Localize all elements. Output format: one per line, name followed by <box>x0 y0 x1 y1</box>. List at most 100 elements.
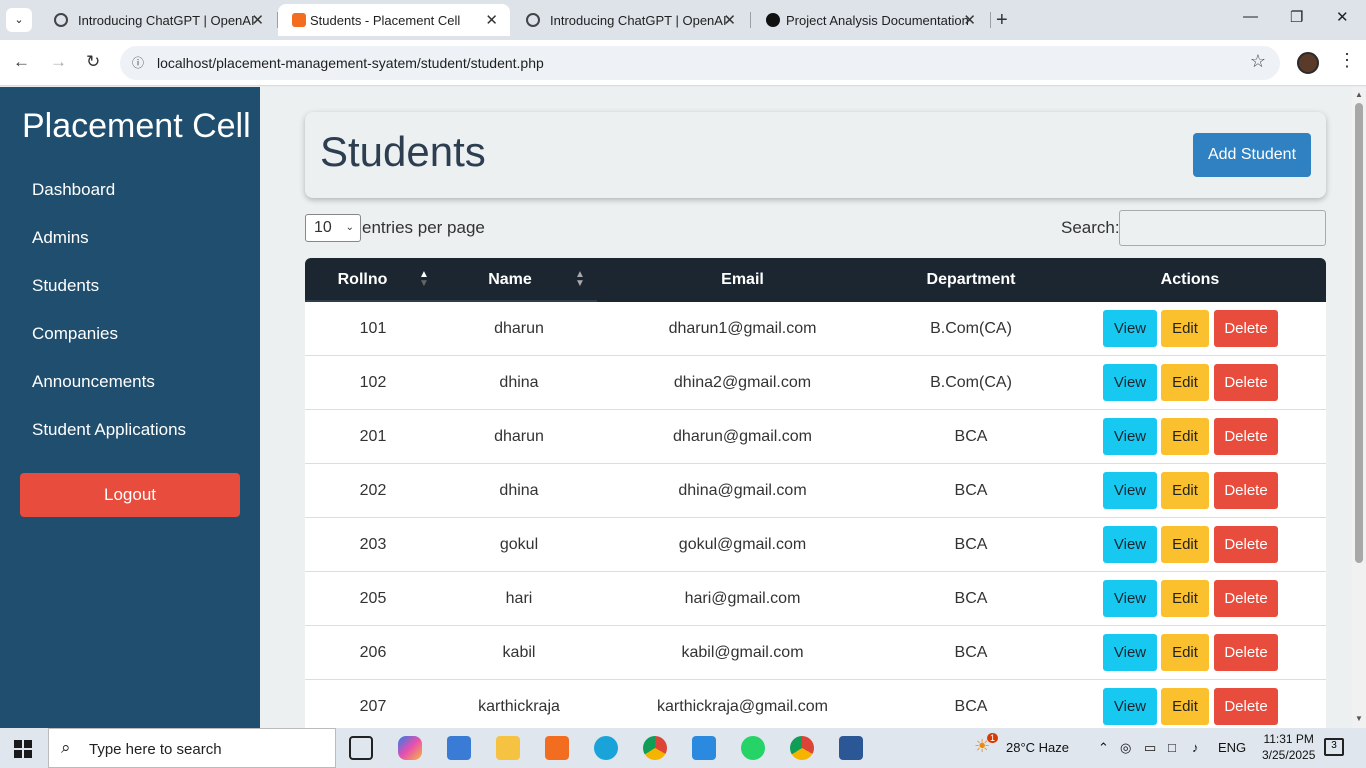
file-explorer-icon[interactable] <box>496 736 520 760</box>
notifications-icon[interactable]: 3 <box>1324 738 1344 756</box>
word-icon[interactable] <box>839 736 863 760</box>
edit-button[interactable]: Edit <box>1161 634 1209 671</box>
system-clock[interactable]: 11:31 PM 3/25/2025 <box>1262 731 1315 763</box>
scroll-down-icon[interactable]: ▼ <box>1355 714 1363 723</box>
logout-button[interactable]: Logout <box>20 473 240 517</box>
delete-button[interactable]: Delete <box>1214 418 1278 455</box>
scrollbar-thumb[interactable] <box>1355 103 1363 563</box>
vscode-icon[interactable] <box>692 736 716 760</box>
edit-button[interactable]: Edit <box>1161 364 1209 401</box>
sidebar-item-admins[interactable]: Admins <box>32 228 89 248</box>
cell-department: BCA <box>954 698 988 715</box>
sidebar-item-announcements[interactable]: Announcements <box>32 372 155 392</box>
sort-asc-icon[interactable]: ▲ ▼ <box>419 270 429 289</box>
edit-button[interactable]: Edit <box>1161 688 1209 725</box>
close-tab-icon[interactable]: ✕ <box>963 11 976 29</box>
url-text[interactable]: localhost/placement-management-syatem/st… <box>157 55 544 71</box>
close-tab-icon[interactable]: ✕ <box>723 11 736 29</box>
tab-search-button[interactable]: ⌄ <box>6 8 32 32</box>
windows-start-icon[interactable] <box>14 740 32 758</box>
sidebar-item-students[interactable]: Students <box>32 276 99 296</box>
task-view-icon[interactable] <box>349 736 373 760</box>
delete-button[interactable]: Delete <box>1214 472 1278 509</box>
site-info-icon[interactable]: ⓘ <box>130 54 146 70</box>
edge-icon[interactable] <box>594 736 618 760</box>
cell-rollno: 202 <box>359 482 387 499</box>
bookmark-star-icon[interactable]: ☆ <box>1250 51 1266 72</box>
view-button[interactable]: View <box>1103 472 1157 509</box>
delete-button[interactable]: Delete <box>1214 634 1278 671</box>
cell-rollno: 101 <box>359 320 387 337</box>
close-window-icon[interactable]: ✕ <box>1336 8 1349 26</box>
view-button[interactable]: View <box>1103 364 1157 401</box>
tab-title: Students - Placement Cell <box>310 13 461 28</box>
view-button[interactable]: View <box>1103 580 1157 617</box>
minimize-icon[interactable]: — <box>1243 8 1258 25</box>
scroll-up-icon[interactable]: ▲ <box>1355 90 1363 99</box>
search-input[interactable] <box>1119 210 1326 246</box>
sidebar-item-student-applications[interactable]: Student Applications <box>32 420 186 440</box>
table-row: 102 dhina dhina2@gmail.com B.Com(CA) View Edi… <box>305 356 1326 410</box>
address-bar[interactable]: ⓘ localhost/placement-management-syatem/… <box>120 46 1280 80</box>
cell-name: dharun <box>494 428 544 445</box>
main-content: Students Add Student 10 ⌄ entries per pa… <box>260 87 1352 728</box>
delete-button[interactable]: Delete <box>1214 526 1278 563</box>
battery-icon[interactable]: ▭ <box>1144 740 1156 756</box>
sidebar-item-companies[interactable]: Companies <box>32 324 118 344</box>
reload-icon[interactable]: ↻ <box>86 52 100 72</box>
delete-button[interactable]: Delete <box>1214 364 1278 401</box>
close-tab-icon[interactable]: ✕ <box>485 11 498 29</box>
edit-button[interactable]: Edit <box>1161 526 1209 563</box>
profile-avatar[interactable] <box>1297 52 1319 74</box>
edit-button[interactable]: Edit <box>1161 472 1209 509</box>
delete-button[interactable]: Delete <box>1214 688 1278 725</box>
weather-text[interactable]: 28°C Haze <box>1006 740 1069 755</box>
back-icon[interactable]: ← <box>13 52 30 72</box>
whatsapp-icon[interactable] <box>741 736 765 760</box>
sidebar-item-dashboard[interactable]: Dashboard <box>32 180 115 200</box>
cell-email: dharun@gmail.com <box>673 428 812 445</box>
chevron-up-icon[interactable]: ⌃ <box>1098 740 1109 756</box>
restore-icon[interactable]: ❐ <box>1290 8 1303 26</box>
view-button[interactable]: View <box>1103 418 1157 455</box>
view-button[interactable]: View <box>1103 634 1157 671</box>
language-indicator[interactable]: ENG <box>1218 740 1246 755</box>
edit-button[interactable]: Edit <box>1161 310 1209 347</box>
taskbar-search-box[interactable]: ⌕ Type here to search <box>48 728 336 768</box>
add-student-button[interactable]: Add Student <box>1193 133 1311 177</box>
cell-name: dharun <box>494 320 544 337</box>
volume-icon[interactable]: ♪ <box>1192 740 1199 755</box>
entries-per-page-select[interactable]: 10 ⌄ <box>305 214 361 242</box>
chrome-profile-icon[interactable] <box>790 736 814 760</box>
page-scrollbar[interactable]: ▲ ▼ <box>1352 87 1366 728</box>
microsoft-store-icon[interactable] <box>447 736 471 760</box>
column-name[interactable]: Name <box>455 271 565 289</box>
view-button[interactable]: View <box>1103 688 1157 725</box>
table-row: 201 dharun dharun@gmail.com BCA View Edit Dele… <box>305 410 1326 464</box>
cell-email: dhina2@gmail.com <box>673 374 812 391</box>
browser-menu-icon[interactable]: ⋮ <box>1338 50 1356 71</box>
tab-chatgpt-2[interactable]: Introducing ChatGPT | OpenAI ✕ <box>512 4 748 36</box>
headset-icon[interactable]: ◎ <box>1120 740 1131 756</box>
delete-button[interactable]: Delete <box>1214 580 1278 617</box>
copilot-icon[interactable] <box>398 736 422 760</box>
edit-button[interactable]: Edit <box>1161 418 1209 455</box>
xampp-icon[interactable] <box>545 736 569 760</box>
column-rollno[interactable]: Rollno <box>305 271 420 289</box>
delete-button[interactable]: Delete <box>1214 310 1278 347</box>
tab-students[interactable]: Students - Placement Cell ✕ <box>278 4 510 36</box>
cell-name: karthickraja <box>478 698 560 715</box>
brand-title: Placement Cell <box>22 107 251 145</box>
edit-button[interactable]: Edit <box>1161 580 1209 617</box>
sort-icon[interactable]: ▲ ▼ <box>575 270 585 289</box>
new-tab-icon[interactable]: + <box>996 9 1008 32</box>
close-tab-icon[interactable]: ✕ <box>251 11 264 29</box>
tab-project-analysis[interactable]: Project Analysis Documentation ✕ <box>752 4 988 36</box>
tab-chatgpt-1[interactable]: Introducing ChatGPT | OpenAI ✕ <box>40 4 276 36</box>
view-button[interactable]: View <box>1103 310 1157 347</box>
view-button[interactable]: View <box>1103 526 1157 563</box>
forward-icon[interactable]: → <box>50 52 67 72</box>
cell-department: BCA <box>954 482 988 499</box>
network-icon[interactable]: □ <box>1168 740 1176 755</box>
chrome-icon[interactable] <box>643 736 667 760</box>
